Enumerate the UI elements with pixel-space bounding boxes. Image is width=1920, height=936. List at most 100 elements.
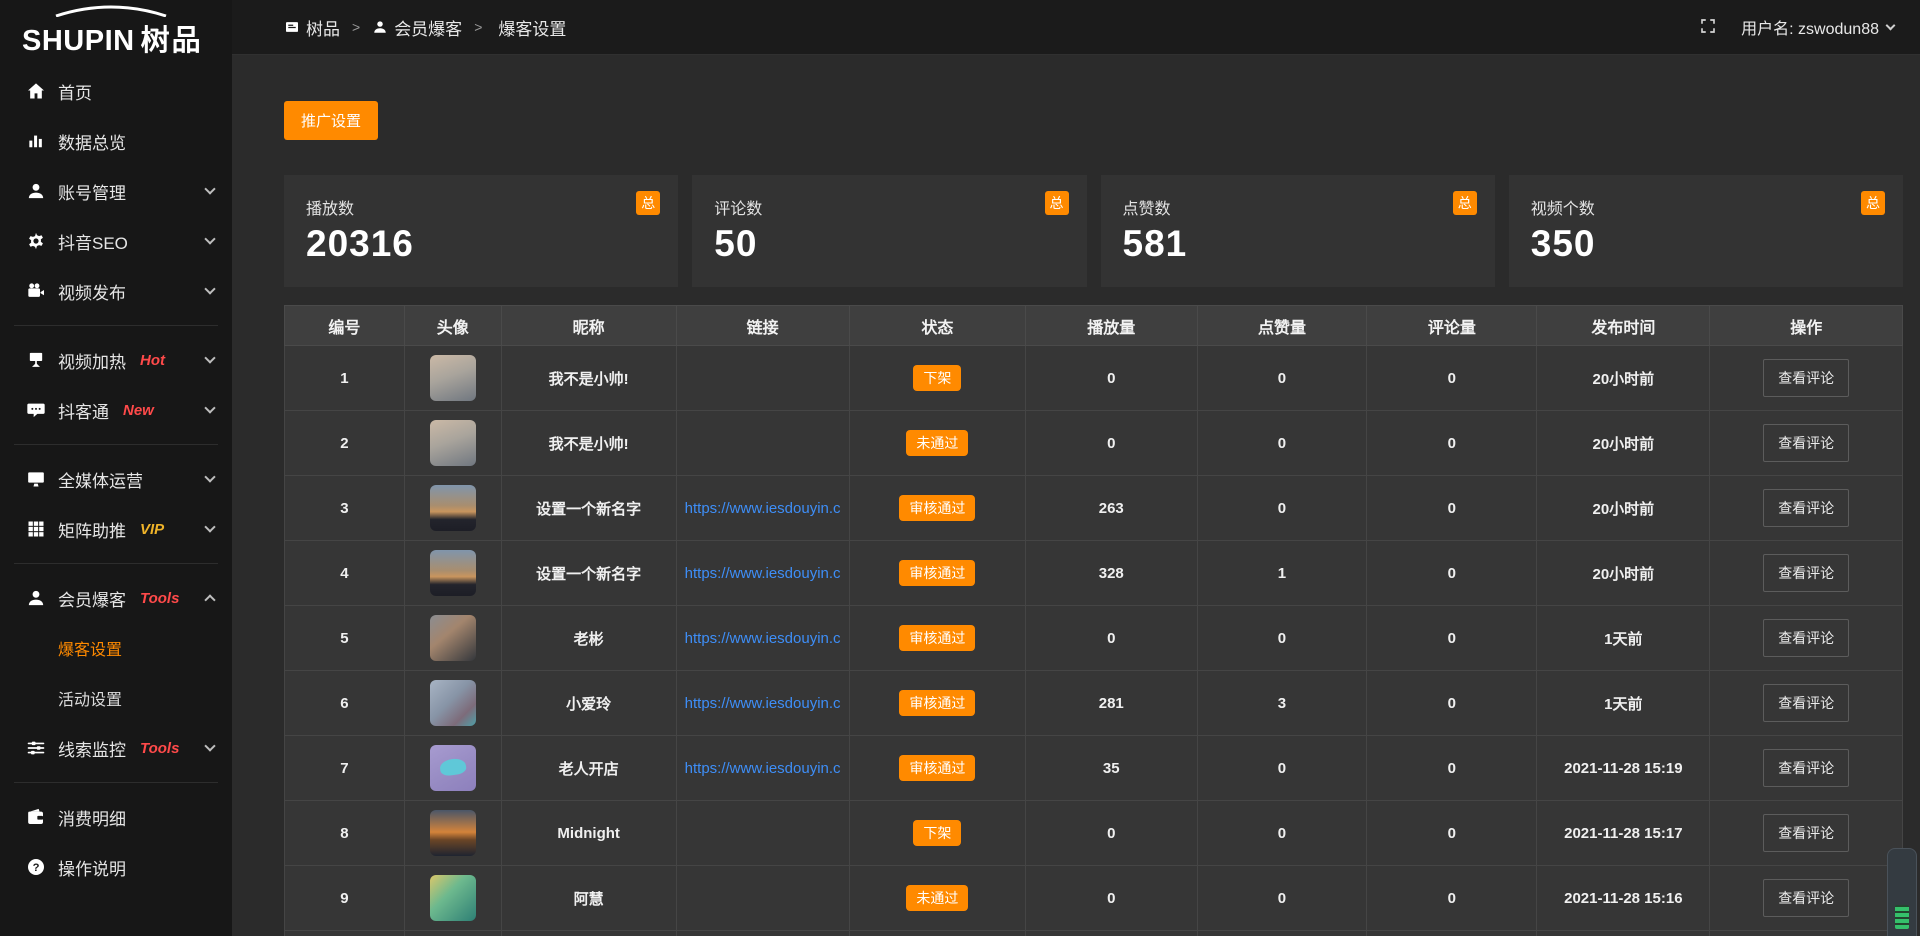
- table-row: 8Midnight下架0002021-11-28 15:17查看评论: [285, 801, 1903, 866]
- breadcrumb: 树品>会员爆客>爆客设置: [284, 15, 1699, 40]
- sidebar-item-tag: Tools: [140, 740, 179, 757]
- stat-value: 350: [1531, 223, 1881, 265]
- sidebar-item-clue-monitor[interactable]: 线索监控Tools: [0, 723, 232, 773]
- chat-icon: [26, 400, 46, 420]
- cell-avatar: [404, 801, 501, 866]
- cell-number: 9: [285, 866, 405, 931]
- chevron-down-icon: [204, 471, 215, 482]
- cell-link: https://www.iesdouyin.c: [676, 541, 849, 606]
- sidebar-item-tag: New: [123, 402, 154, 419]
- view-comments-button[interactable]: 查看评论: [1763, 749, 1849, 787]
- cell-number: 8: [285, 801, 405, 866]
- user-icon: [26, 588, 46, 608]
- logo-brand: SHUPIN: [22, 25, 135, 57]
- sidebar-item-video-publish[interactable]: 视频发布: [0, 266, 232, 316]
- cell-publish-time: 1天前: [1537, 606, 1710, 671]
- view-comments-button[interactable]: 查看评论: [1763, 489, 1849, 527]
- stats-row: 播放数20316总评论数50总点赞数581总视频个数350总: [284, 175, 1903, 287]
- user-menu[interactable]: 用户名: zswodun88: [1741, 15, 1894, 39]
- cell-plays: 328: [1026, 541, 1198, 606]
- cell-nickname: 我不是小帅!: [501, 346, 676, 411]
- cell-plays: 0: [1026, 606, 1198, 671]
- breadcrumb-link[interactable]: 树品: [284, 15, 340, 40]
- cell-number: 5: [285, 606, 405, 671]
- promotion-settings-button[interactable]: 推广设置: [284, 101, 378, 140]
- column-header: 头像: [404, 306, 501, 346]
- total-badge: 总: [636, 191, 660, 215]
- cell-nickname: 设置一个新名字: [501, 541, 676, 606]
- sidebar-subitem-label: 爆客设置: [58, 636, 122, 660]
- cell-nickname: 阿慧: [501, 866, 676, 931]
- cell-plays: 0: [1026, 411, 1198, 476]
- wallet-icon: [26, 807, 46, 827]
- sidebar-item-douketong[interactable]: 抖客通New: [0, 385, 232, 435]
- sidebar-item-omni-media-operation[interactable]: 全媒体运营: [0, 454, 232, 504]
- view-comments-button[interactable]: 查看评论: [1763, 424, 1849, 462]
- sidebar-item-label: 矩阵助推: [58, 517, 126, 542]
- cell-link: [676, 411, 849, 476]
- avatar: [430, 615, 476, 661]
- cell-status: 下架: [849, 801, 1025, 866]
- floating-helper-widget[interactable]: [1887, 848, 1917, 936]
- video-link[interactable]: https://www.iesdouyin.c: [685, 695, 841, 712]
- view-comments-button[interactable]: 查看评论: [1763, 684, 1849, 722]
- sidebar-item-matrix-boost[interactable]: 矩阵助推VIP: [0, 504, 232, 554]
- avatar: [430, 810, 476, 856]
- sidebar-divider: [14, 563, 218, 564]
- sidebar-item-home[interactable]: 首页: [0, 66, 232, 116]
- status-badge: 未通过: [906, 430, 968, 456]
- cell-actions: 查看评论: [1710, 411, 1903, 476]
- sidebar-subitem-baoke-settings[interactable]: 爆客设置: [0, 623, 232, 673]
- status-badge: 审核通过: [899, 560, 975, 586]
- video-link[interactable]: https://www.iesdouyin.c: [685, 760, 841, 777]
- breadcrumb-label: 爆客设置: [498, 15, 566, 40]
- cell-number: 3: [285, 476, 405, 541]
- cell-avatar: [404, 346, 501, 411]
- sidebar-item-label: 首页: [58, 79, 92, 104]
- video-link[interactable]: https://www.iesdouyin.c: [685, 500, 841, 517]
- cell-avatar: [404, 606, 501, 671]
- videos-table: 编号头像昵称链接状态播放量点赞量评论量发布时间操作 1我不是小帅!下架00020…: [284, 305, 1903, 936]
- view-comments-button[interactable]: 查看评论: [1763, 359, 1849, 397]
- stat-card: 播放数20316总: [284, 175, 678, 287]
- cell-likes: 0: [1197, 411, 1367, 476]
- sidebar-item-douyin-seo[interactable]: 抖音SEO: [0, 216, 232, 266]
- sidebar-item-account-management[interactable]: 账号管理: [0, 166, 232, 216]
- breadcrumb-link[interactable]: 会员爆客: [372, 15, 462, 40]
- cell-avatar: [404, 931, 501, 936]
- cell-comments: 0: [1367, 671, 1537, 736]
- cell-link: [676, 931, 849, 936]
- cell-publish-time: 20小时前: [1537, 411, 1710, 476]
- status-badge: 未通过: [906, 885, 968, 911]
- sidebar-item-member-baoke[interactable]: 会员爆客Tools: [0, 573, 232, 623]
- avatar: [430, 420, 476, 466]
- view-comments-button[interactable]: 查看评论: [1763, 879, 1849, 917]
- sidebar-item-data-overview[interactable]: 数据总览: [0, 116, 232, 166]
- avatar: [430, 355, 476, 401]
- breadcrumb-label: 会员爆客: [394, 15, 462, 40]
- sidebar-menu: 首页数据总览账号管理抖音SEO视频发布视频加热Hot抖客通New全媒体运营矩阵助…: [0, 62, 232, 892]
- video-link[interactable]: https://www.iesdouyin.c: [685, 565, 841, 582]
- screen-flag-icon: [26, 350, 46, 370]
- view-comments-button[interactable]: 查看评论: [1763, 554, 1849, 592]
- sidebar-item-label: 视频加热: [58, 348, 126, 373]
- sidebar-item-consumption-detail[interactable]: 消费明细: [0, 792, 232, 842]
- view-comments-button[interactable]: 查看评论: [1763, 619, 1849, 657]
- video-icon: [26, 281, 46, 301]
- video-link[interactable]: https://www.iesdouyin.c: [685, 630, 841, 647]
- app-icon: [284, 19, 300, 35]
- cell-number: 4: [285, 541, 405, 606]
- cell-publish-time: 20小时前: [1537, 346, 1710, 411]
- view-comments-button[interactable]: 查看评论: [1763, 814, 1849, 852]
- fullscreen-icon[interactable]: [1699, 17, 1719, 37]
- cell-actions: 查看评论: [1710, 671, 1903, 736]
- sidebar-subitem-activity-settings[interactable]: 活动设置: [0, 673, 232, 723]
- column-header: 状态: [849, 306, 1025, 346]
- table-row: 4设置一个新名字https://www.iesdouyin.c审核通过32810…: [285, 541, 1903, 606]
- sidebar-item-video-heating[interactable]: 视频加热Hot: [0, 335, 232, 385]
- cell-avatar: [404, 671, 501, 736]
- table-row: 3设置一个新名字https://www.iesdouyin.c审核通过26300…: [285, 476, 1903, 541]
- status-badge: 下架: [913, 820, 961, 846]
- sidebar-item-operation-guide[interactable]: ?操作说明: [0, 842, 232, 892]
- cell-link: https://www.iesdouyin.c: [676, 606, 849, 671]
